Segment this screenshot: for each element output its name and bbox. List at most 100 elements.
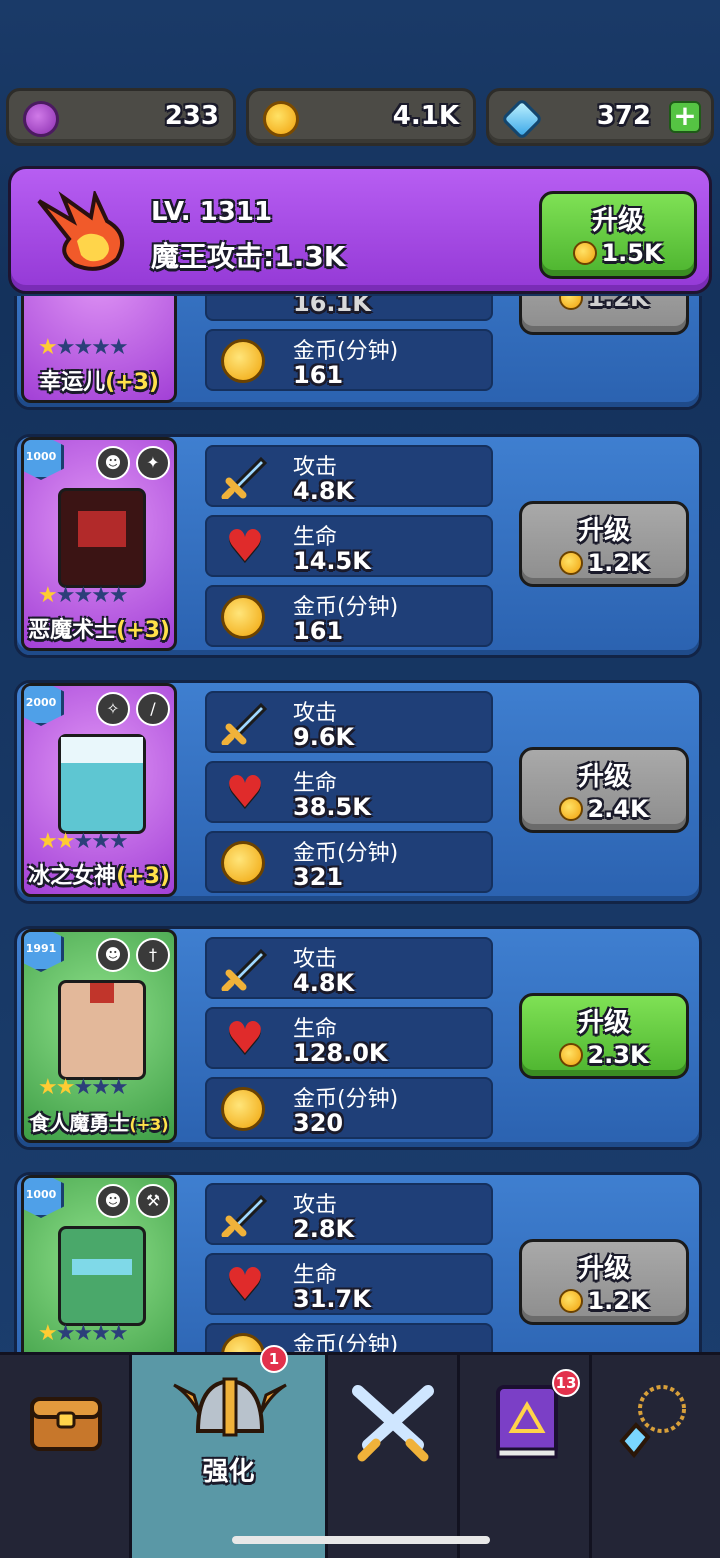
gold-coin-icon (559, 551, 584, 575)
upgrade-cost: 1.2K (587, 296, 649, 312)
stat-value: 31.7K (293, 1285, 371, 1313)
stat-value: 14.5K (293, 547, 371, 575)
stat-value: 4.8K (293, 477, 355, 505)
heart-icon: ♥ (225, 1013, 265, 1064)
hero-stars: ★★★★★ (38, 583, 129, 608)
boss-attack: 魔王攻击:1.3K (151, 240, 346, 273)
spell-book-icon (496, 1385, 558, 1459)
hero-portrait[interactable]: 2000 ✧ / ★★★★★ 冰之女神(+3) (21, 683, 177, 897)
gold-coin-icon (221, 595, 265, 639)
tab-treasure[interactable] (0, 1355, 132, 1558)
tab-book[interactable]: 13 (460, 1355, 592, 1558)
hammer-trait-icon: ⚒ (136, 1184, 170, 1218)
hero-portrait[interactable]: ★★★★★ 幸运儿(+3) (21, 296, 177, 403)
upgrade-label: 升级 (577, 1008, 630, 1038)
hero-portrait[interactable]: 1000 ☻ ✦ ★★★★★ 恶魔术士(+3) (21, 437, 177, 651)
hero-stars: ★★★★★ (38, 1321, 129, 1346)
fireball-icon (37, 191, 125, 271)
heart-icon: ♥ (225, 521, 265, 572)
stat-value: 321 (293, 863, 344, 891)
upgrade-cost: 2.3K (587, 1041, 649, 1069)
orb-count: 233 (164, 101, 219, 131)
sword-icon (221, 456, 268, 499)
sword-icon (221, 702, 268, 745)
purple-orb-icon (23, 101, 59, 137)
hero-bonus: (+3) (116, 864, 170, 889)
sword-icon (221, 948, 268, 991)
attack-stat: 攻击 9.6K (205, 691, 493, 753)
gold-count: 4.1K (392, 101, 459, 131)
attack-stat: 攻击 4.8K (205, 445, 493, 507)
hero-name: 冰之女神 (28, 864, 117, 889)
orc-trait-icon: ☻ (96, 446, 130, 480)
hero-stars: ★★★★★ (38, 335, 129, 360)
boss-upgrade-button[interactable]: 升级 1.5K (539, 191, 697, 279)
hero-portrait[interactable]: 1000 ☻ ⚒ ★★★★★ (21, 1175, 177, 1352)
upgrade-label: 升级 (577, 1254, 630, 1284)
winged-helmet-icon (173, 1377, 287, 1437)
gold-coin-icon (221, 1087, 265, 1131)
tab-enhance[interactable]: 1 强化 (132, 1345, 328, 1558)
stat-value: 2.8K (293, 1215, 355, 1243)
stat-value: 320 (293, 1109, 344, 1137)
gold-coin-icon (221, 1333, 265, 1352)
tab-battle[interactable] (328, 1355, 460, 1558)
hero-bonus: (+3) (105, 370, 159, 395)
tier-badge: 1000 (24, 440, 64, 480)
stat-value: 161 (293, 617, 344, 645)
boss-level: LV. 1311 (151, 197, 273, 227)
hero-card: 1000 ☻ ⚒ ★★★★★ 攻击 2.8K ♥ 生命 31.7K 金币(分钟)… (14, 1172, 702, 1352)
tier-badge: 1000 (24, 1178, 64, 1218)
gold-stat: 金币(分钟) 321 (205, 831, 493, 893)
gem-count: 372 (596, 101, 651, 131)
upgrade-label: 升级 (577, 762, 630, 792)
upgrade-button[interactable]: 升级 2.3K (519, 993, 689, 1079)
gem-currency: 372 + (486, 88, 714, 146)
hero-portrait[interactable]: 1991 ☻ † ★★★★★ 食人魔勇士(+3) (21, 929, 177, 1143)
bottom-nav: 1 强化 13 (0, 1345, 720, 1558)
partial-stat-value: 16.1K (293, 296, 371, 317)
gold-stat: 金币(分钟) (205, 1323, 493, 1352)
hero-bonus: (+3) (116, 618, 170, 643)
gold-coin-icon (263, 101, 299, 137)
attack-stat: 攻击 4.8K (205, 937, 493, 999)
home-indicator[interactable] (232, 1536, 490, 1544)
upgrade-button[interactable]: 升级 1.2K (519, 1239, 689, 1325)
enhance-badge: 1 (260, 1345, 288, 1373)
gold-stat: 金币(分钟) 161 (205, 329, 493, 391)
hero-stars: ★★★★★ (38, 1075, 129, 1100)
upgrade-cost: 1.2K (587, 1287, 649, 1315)
stat-value: 161 (293, 361, 344, 389)
gold-stat: 金币(分钟) 161 (205, 585, 493, 647)
book-badge: 13 (552, 1369, 580, 1397)
hero-list[interactable]: ★★★★★ 幸运儿(+3) 16.1K 金币(分钟) 161 1.2K 1000… (0, 296, 720, 1352)
tab-amulet[interactable] (592, 1355, 720, 1558)
hero-figure (58, 488, 146, 588)
hp-stat: ♥ 生命 14.5K (205, 515, 493, 577)
upgrade-button[interactable]: 升级 2.4K (519, 747, 689, 833)
hp-stat: ♥ 生命 31.7K (205, 1253, 493, 1315)
upgrade-cost: 1.5K (601, 239, 663, 267)
hero-bonus: (+3) (129, 1115, 169, 1134)
crossed-swords-icon (352, 1385, 434, 1462)
wand-trait-icon: / (136, 692, 170, 726)
stat-value: 4.8K (293, 969, 355, 997)
stat-label: 金币(分钟) (293, 1333, 399, 1352)
boss-attack-banner: LV. 1311 魔王攻击:1.3K 升级 1.5K (8, 166, 712, 294)
magic-trait-icon: ✦ (136, 446, 170, 480)
upgrade-button[interactable]: 升级 1.2K (519, 501, 689, 587)
hero-card: ★★★★★ 幸运儿(+3) 16.1K 金币(分钟) 161 1.2K (14, 296, 702, 410)
gold-stat: 金币(分钟) 320 (205, 1077, 493, 1139)
hero-figure (58, 734, 146, 834)
hp-stat: 16.1K (205, 296, 493, 321)
heart-icon: ♥ (225, 767, 265, 818)
hero-stars: ★★★★★ (38, 829, 129, 854)
hp-stat: ♥ 生命 38.5K (205, 761, 493, 823)
upgrade-button[interactable]: 1.2K (519, 296, 689, 335)
stat-value: 128.0K (293, 1039, 388, 1067)
tier-badge: 2000 (24, 686, 64, 726)
gold-currency: 4.1K (246, 88, 476, 146)
tier-badge: 1991 (24, 932, 64, 972)
add-gems-button[interactable]: + (669, 101, 701, 133)
stat-value: 9.6K (293, 723, 355, 751)
